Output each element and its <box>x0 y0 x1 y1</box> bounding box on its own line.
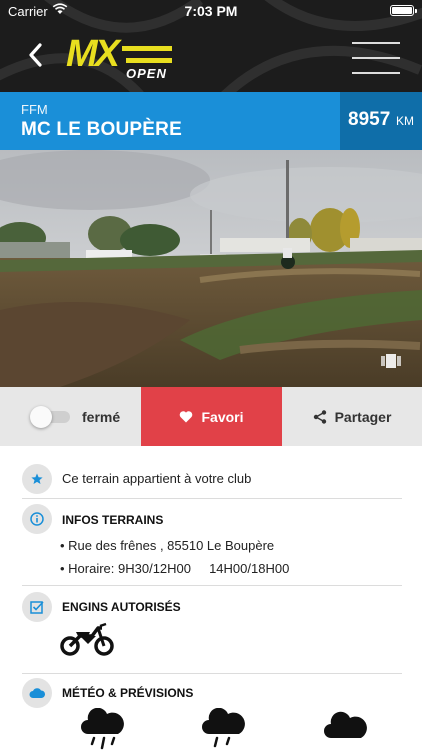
club-name: MC LE BOUPÈRE <box>21 119 182 140</box>
cloud-icon <box>324 711 367 738</box>
terrain-photo-image <box>0 150 422 387</box>
menu-button[interactable] <box>352 42 400 74</box>
terrain-address[interactable]: • Rue des frênes , 85510 Le Boupère <box>60 538 274 553</box>
motocross-bike-icon <box>60 622 114 656</box>
open-status-toggle[interactable]: fermé <box>0 387 141 446</box>
menu-line <box>352 72 400 74</box>
svg-text:MX: MX <box>66 34 123 75</box>
menu-line <box>352 42 400 44</box>
favorite-label: Favori <box>201 408 244 425</box>
mx-open-logo: MX OPEN <box>64 33 178 81</box>
status-bar: Carrier 7:03 PM <box>0 0 422 22</box>
status-time: 7:03 PM <box>184 3 238 19</box>
menu-line <box>352 57 400 59</box>
divider <box>22 585 402 586</box>
divider <box>22 673 402 674</box>
distance-unit: KM <box>396 114 414 128</box>
rain-cloud-icon <box>81 708 124 750</box>
info-icon <box>22 504 52 534</box>
action-bar: fermé Favori Partager <box>0 387 422 446</box>
engines-title: ENGINS AUTORISÉS <box>62 600 181 614</box>
gallery-icon[interactable] <box>380 353 402 369</box>
distance-value: 8957 <box>348 109 391 130</box>
checkbox-icon <box>22 592 52 622</box>
terrain-photo[interactable] <box>0 150 422 387</box>
terrain-hours: • Horaire: 9H30/12H00 14H00/18H00 <box>60 561 290 576</box>
heart-icon <box>180 411 193 423</box>
battery-icon <box>390 5 417 16</box>
weather-cloud-icon <box>22 678 52 708</box>
club-notice-text: Ce terrain appartient à votre club <box>62 471 252 486</box>
share-icon <box>313 409 326 424</box>
club-federation: FFM <box>21 102 48 117</box>
svg-text:OPEN: OPEN <box>126 66 167 80</box>
favorite-button[interactable]: Favori <box>141 387 282 446</box>
divider <box>22 498 402 499</box>
back-button[interactable] <box>24 40 48 70</box>
star-icon <box>22 464 52 494</box>
terrain-info-title: INFOS TERRAINS <box>62 513 164 527</box>
weather-title: MÉTÉO & PRÉVISIONS <box>62 686 194 700</box>
app-header: Carrier 7:03 PM MX OPEN <box>0 0 422 92</box>
toggle-label: fermé <box>82 408 121 425</box>
club-banner: FFM MC LE BOUPÈRE 8957 KM <box>0 92 422 150</box>
rain-cloud-icon <box>202 708 245 748</box>
toggle-knob <box>30 405 52 428</box>
share-button[interactable]: Partager <box>282 387 422 446</box>
toggle-switch[interactable] <box>30 405 72 428</box>
share-label: Partager <box>334 408 392 425</box>
club-distance: 8957 KM <box>340 92 422 150</box>
chevron-left-icon <box>29 43 42 67</box>
